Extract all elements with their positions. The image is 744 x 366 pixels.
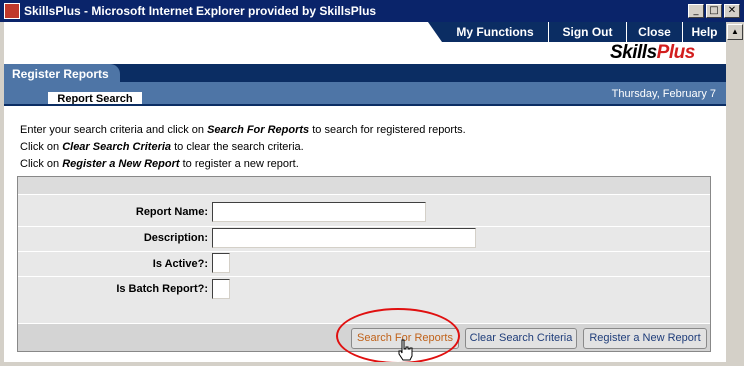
nav-sign-out[interactable]: Sign Out — [548, 22, 626, 42]
skillsplus-logo: SkillsPlus — [610, 42, 695, 63]
is-active-label: Is Active?: — [152, 258, 208, 270]
is-batch-report-input[interactable] — [212, 279, 230, 299]
description-input[interactable] — [212, 228, 476, 248]
tab-register-reports[interactable]: Register Reports — [4, 64, 120, 86]
instruction-line-2: Click on Clear Search Criteria to clear … — [20, 141, 304, 153]
is-active-input[interactable] — [212, 253, 230, 273]
nav-help[interactable]: Help — [682, 22, 726, 42]
row-divider — [18, 276, 710, 277]
hand-pointer-cursor-icon — [398, 339, 413, 361]
register-new-report-button[interactable]: Register a New Report — [583, 328, 707, 349]
report-name-label: Report Name: — [135, 206, 208, 218]
top-nav-bar: My Functions Sign Out Close Help — [428, 22, 726, 42]
instruction-line-3: Click on Register a New Report to regist… — [20, 158, 299, 170]
window-title-bar: SkillsPlus - Microsoft Internet Explorer… — [0, 0, 744, 22]
window-title: SkillsPlus - Microsoft Internet Explorer… — [24, 4, 377, 18]
form-header-strip — [18, 177, 710, 195]
row-divider — [18, 226, 710, 227]
close-window-button[interactable]: ✕ — [724, 4, 740, 18]
window-frame-bottom — [4, 362, 726, 366]
nav-close[interactable]: Close — [626, 22, 682, 42]
row-divider — [18, 251, 710, 252]
vertical-scrollbar[interactable] — [726, 22, 744, 366]
ie-app-icon — [4, 3, 20, 19]
minimize-button[interactable]: _ — [688, 4, 704, 18]
maximize-button[interactable]: □ — [706, 4, 722, 18]
nav-my-functions[interactable]: My Functions — [442, 22, 548, 42]
top-navigation: My Functions Sign Out Close Help — [4, 22, 726, 42]
header-divider — [4, 104, 726, 106]
report-name-input[interactable] — [212, 202, 426, 222]
current-date: Thursday, February 7 — [611, 88, 716, 100]
description-label: Description: — [143, 232, 208, 244]
is-batch-report-label: Is Batch Report?: — [116, 283, 208, 295]
instruction-line-1: Enter your search criteria and click on … — [20, 124, 466, 136]
clear-search-criteria-button[interactable]: Clear Search Criteria — [465, 328, 577, 349]
scroll-up-arrow-icon[interactable]: ▲ — [727, 24, 743, 40]
